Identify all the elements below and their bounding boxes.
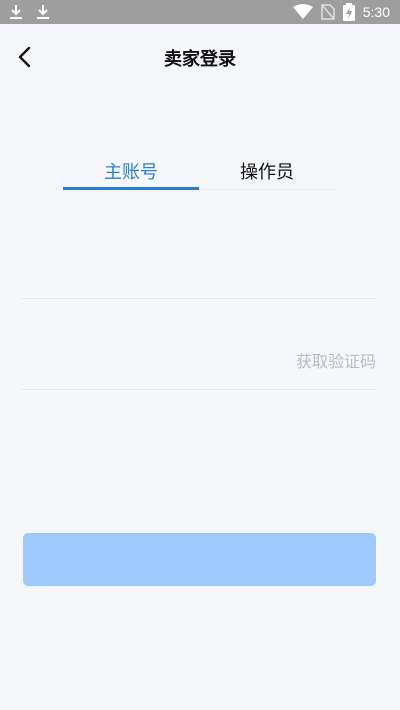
nav-bar: 卖家登录 bbox=[0, 24, 400, 90]
get-code-button[interactable]: 获取验证码 bbox=[296, 348, 376, 372]
status-time: 5:30 bbox=[362, 4, 390, 20]
tab-main-account[interactable]: 主账号 bbox=[63, 155, 199, 190]
page-title: 卖家登录 bbox=[164, 49, 236, 70]
tab-operator[interactable]: 操作员 bbox=[199, 155, 335, 190]
code-field-divider bbox=[22, 389, 376, 390]
wifi-icon bbox=[292, 4, 313, 19]
account-field-divider bbox=[22, 298, 376, 299]
login-button[interactable] bbox=[23, 533, 376, 586]
status-bar: 5:30 bbox=[0, 0, 400, 24]
account-input[interactable] bbox=[22, 248, 376, 298]
no-sim-icon bbox=[321, 4, 335, 20]
code-field[interactable] bbox=[22, 334, 272, 384]
account-field[interactable] bbox=[22, 248, 376, 298]
download-icon bbox=[10, 5, 22, 19]
active-tab-indicator bbox=[63, 187, 199, 190]
download-icon bbox=[37, 5, 49, 19]
battery-charging-icon bbox=[342, 3, 355, 21]
login-type-tabs: 主账号 操作员 bbox=[63, 155, 335, 190]
code-input[interactable] bbox=[22, 334, 272, 384]
